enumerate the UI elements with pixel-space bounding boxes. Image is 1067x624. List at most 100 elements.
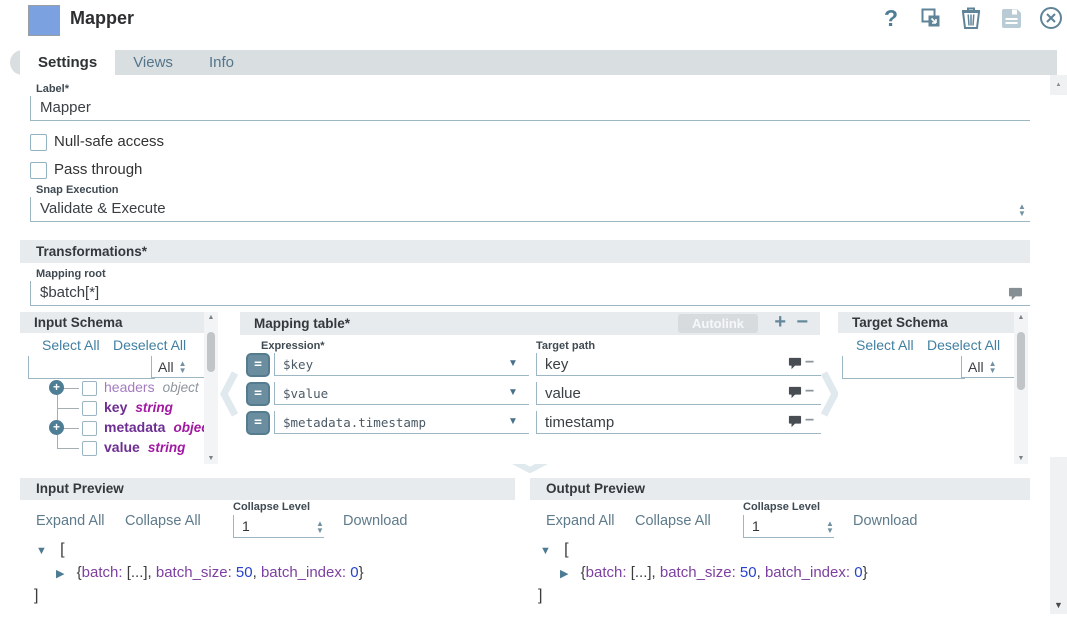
expression-toggle-button[interactable]: = <box>246 382 270 406</box>
expression-input[interactable] <box>274 411 529 434</box>
output-expand-all-link[interactable]: Expand All <box>546 513 615 529</box>
add-row-button[interactable]: + <box>774 311 786 334</box>
collapse-triangle-icon[interactable]: ▼ <box>36 545 47 557</box>
target-schema-scrollbar[interactable]: ▲ ▼ <box>1014 312 1028 464</box>
input-download-link[interactable]: Download <box>343 513 408 529</box>
expand-plus-icon[interactable]: + <box>49 420 64 435</box>
snap-execution-select[interactable] <box>30 197 1030 222</box>
target-schema-scope-stepper-icon[interactable]: ▲▼ <box>989 360 997 374</box>
expand-triangle-icon[interactable]: ▶ <box>56 568 64 580</box>
target-schema-scope-select[interactable]: All ▲▼ <box>961 356 1018 378</box>
input-collapse-level-stepper-icon[interactable]: ▲▼ <box>316 520 324 534</box>
export-icon <box>919 6 943 30</box>
mapping-root-comment-icon[interactable] <box>1008 287 1023 301</box>
input-json-close: ] <box>34 587 38 605</box>
target-path-input[interactable] <box>536 353 821 376</box>
expression-dropdown-icon[interactable]: ▼ <box>508 416 518 427</box>
input-schema-filter-input[interactable] <box>28 356 155 379</box>
target-path-column-header: Target path <box>536 340 595 352</box>
target-path-input[interactable] <box>536 411 821 434</box>
tab-settings[interactable]: Settings <box>20 50 115 75</box>
pass-through-checkbox[interactable] <box>30 162 47 179</box>
scroll-down-icon[interactable]: ▼ <box>1050 600 1067 610</box>
input-schema-scope-value: All <box>158 359 174 375</box>
input-schema-deselect-all[interactable]: Deselect All <box>113 337 186 353</box>
scrollbar-track[interactable] <box>1050 457 1067 614</box>
remove-row-button[interactable]: − <box>796 311 808 334</box>
output-download-link[interactable]: Download <box>853 513 918 529</box>
scrollbar-thumb[interactable] <box>1050 95 1067 457</box>
save-icon <box>1000 7 1023 30</box>
scrollbar-thumb[interactable] <box>1017 332 1025 390</box>
key-checkbox[interactable] <box>82 401 97 416</box>
expression-input[interactable] <box>274 382 529 405</box>
label-input[interactable] <box>30 96 1030 121</box>
target-path-input[interactable] <box>536 382 821 405</box>
input-expand-all-link[interactable]: Expand All <box>36 513 105 529</box>
target-schema-select-all[interactable]: Select All <box>856 337 914 353</box>
input-schema-scope-select[interactable]: All ▲▼ <box>151 356 208 378</box>
help-icon: ? <box>884 5 898 32</box>
null-safe-checkbox[interactable] <box>30 134 47 151</box>
tab-info[interactable]: Info <box>191 50 252 75</box>
close-dialog-button[interactable] <box>1039 5 1063 31</box>
tree-row-key: key string <box>26 398 204 418</box>
input-schema-scrollbar[interactable]: ▲ ▼ <box>204 312 218 464</box>
target-schema-panel: Target Schema Select All Deselect All Al… <box>838 312 1028 464</box>
input-schema-scope-stepper-icon[interactable]: ▲▼ <box>179 360 187 374</box>
tree-item-type: string <box>135 400 173 415</box>
delete-snap-button[interactable] <box>959 5 983 31</box>
row-comment-icon[interactable] <box>788 386 802 399</box>
output-collapse-all-link[interactable]: Collapse All <box>635 513 711 529</box>
autolink-button[interactable]: Autolink <box>678 314 758 333</box>
tab-views[interactable]: Views <box>115 50 191 75</box>
input-json-row: ▶ {batch: [...], batch_size: 50, batch_i… <box>56 564 364 581</box>
expression-dropdown-icon[interactable]: ▼ <box>508 387 518 398</box>
headers-checkbox[interactable] <box>82 381 97 396</box>
snap-icon <box>28 5 60 36</box>
scroll-up-icon[interactable]: ▲ <box>1050 75 1067 95</box>
json-row-content[interactable]: {batch: [...], batch_size: 50, batch_ind… <box>581 564 868 581</box>
expand-plus-icon[interactable]: + <box>49 380 64 395</box>
output-collapse-level-input[interactable] <box>743 515 834 538</box>
target-schema-filter-input[interactable] <box>842 356 965 379</box>
row-comment-icon[interactable] <box>788 357 802 370</box>
scroll-up-icon[interactable]: ▲ <box>1014 314 1028 321</box>
scroll-down-icon[interactable]: ▼ <box>204 455 218 462</box>
row-comment-icon[interactable] <box>788 415 802 428</box>
row-remove-icon[interactable]: − <box>805 354 814 372</box>
save-button[interactable] <box>999 5 1023 31</box>
row-remove-icon[interactable]: − <box>805 412 814 430</box>
json-row-content[interactable]: {batch: [...], batch_size: 50, batch_ind… <box>77 564 364 581</box>
expression-toggle-button[interactable]: = <box>246 353 270 377</box>
scroll-down-icon[interactable]: ▼ <box>1014 455 1028 462</box>
scroll-up-icon[interactable]: ▲ <box>204 314 218 321</box>
metadata-checkbox[interactable] <box>82 421 97 436</box>
main-scrollbar[interactable]: ▲ ▼ <box>1050 75 1067 614</box>
scrollbar-thumb[interactable] <box>207 332 215 372</box>
collapse-triangle-icon[interactable]: ▼ <box>540 545 551 557</box>
pass-through-label: Pass through <box>54 161 142 178</box>
snap-execution-stepper-icon[interactable]: ▲▼ <box>1018 203 1026 217</box>
input-collapse-all-link[interactable]: Collapse All <box>125 513 201 529</box>
help-button[interactable]: ? <box>879 5 903 31</box>
expression-dropdown-icon[interactable]: ▼ <box>508 358 518 369</box>
tree-item-name: value <box>104 439 140 455</box>
input-schema-select-all[interactable]: Select All <box>42 337 100 353</box>
tree-row-headers: + headersobject <box>26 378 204 398</box>
value-checkbox[interactable] <box>82 441 97 456</box>
mapping-root-input[interactable] <box>30 281 1030 306</box>
transformations-section-header: Transformations* <box>20 240 1030 263</box>
row-remove-icon[interactable]: − <box>805 383 814 401</box>
input-preview-section-header: Input Preview <box>20 478 515 500</box>
tree-item-name: key <box>104 399 127 415</box>
input-collapse-level-input[interactable] <box>233 515 324 538</box>
export-pipeline-button[interactable] <box>919 5 943 31</box>
expression-input[interactable] <box>274 353 529 376</box>
input-schema-panel: Input Schema Select All Deselect All All… <box>20 312 218 464</box>
page-title: Mapper <box>70 8 134 29</box>
expression-toggle-button[interactable]: = <box>246 411 270 435</box>
target-schema-deselect-all[interactable]: Deselect All <box>927 337 1000 353</box>
expand-triangle-icon[interactable]: ▶ <box>560 568 568 580</box>
output-collapse-level-stepper-icon[interactable]: ▲▼ <box>826 520 834 534</box>
